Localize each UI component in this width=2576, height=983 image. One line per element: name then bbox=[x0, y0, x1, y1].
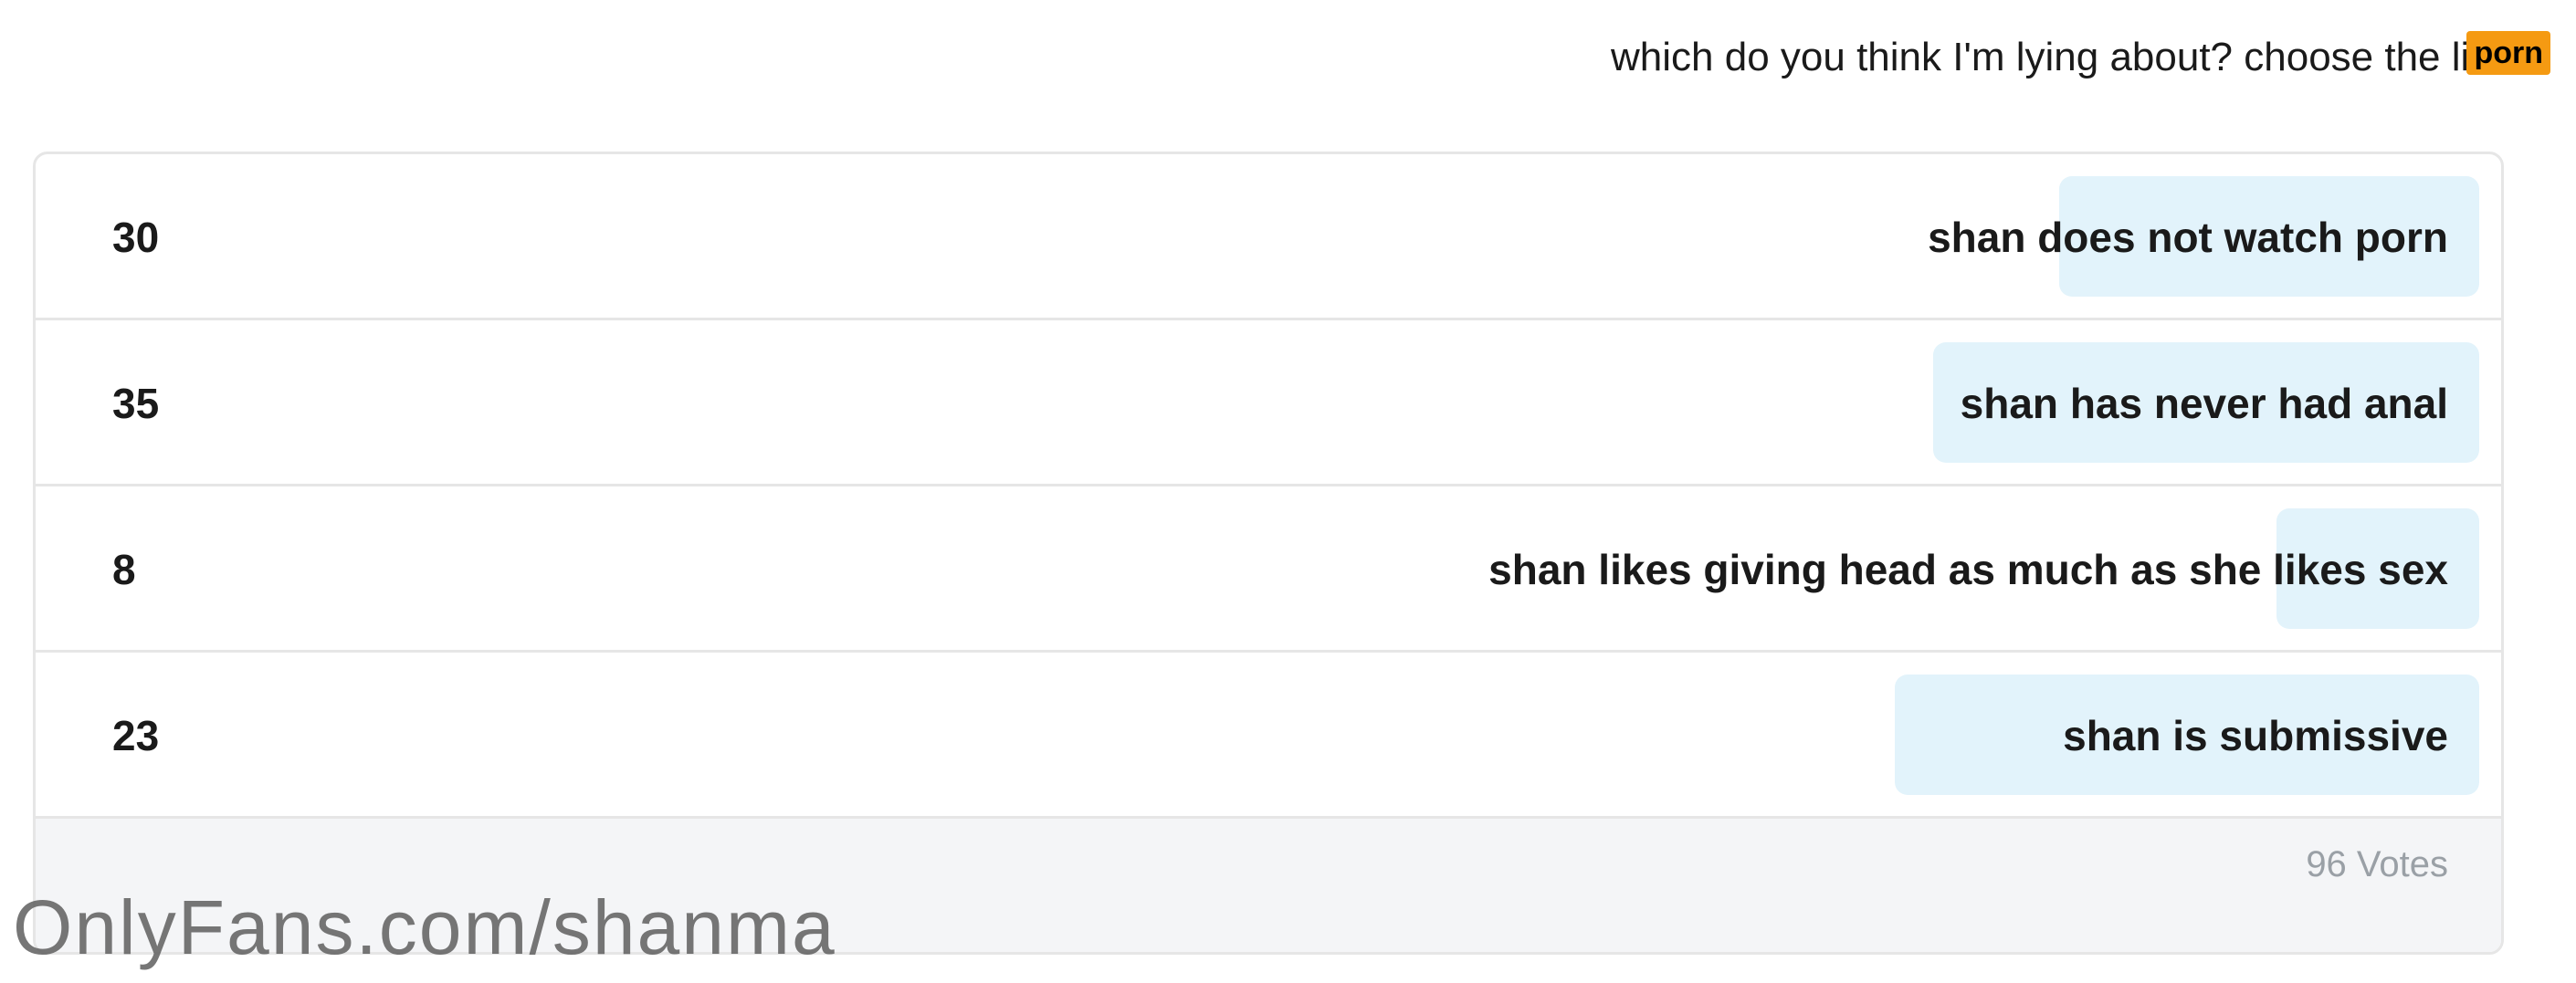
poll-option[interactable]: shan has never had anal 35 bbox=[36, 320, 2501, 486]
poll-option[interactable]: shan is submissive 23 bbox=[36, 653, 2501, 819]
poll-option-label: shan likes giving head as much as she li… bbox=[1488, 546, 2448, 593]
vote-total: 96 Votes bbox=[2306, 844, 2448, 884]
poll-option-label: shan has never had anal bbox=[1960, 380, 2448, 427]
poll-option-count: 23 bbox=[112, 712, 160, 759]
poll-option-count: 35 bbox=[112, 380, 160, 427]
poll-question: which do you think I'm lying about? choo… bbox=[1611, 35, 2503, 79]
poll-option-count: 30 bbox=[112, 214, 160, 261]
poll-option[interactable]: shan likes giving head as much as she li… bbox=[36, 486, 2501, 653]
poll-option-count: 8 bbox=[112, 546, 136, 593]
poll-option[interactable]: shan does not watch porn 30 bbox=[36, 154, 2501, 320]
poll-card: shan does not watch porn 30 shan has nev… bbox=[33, 152, 2504, 955]
category-badge: porn bbox=[2466, 31, 2550, 75]
watermark-text: OnlyFans.com/shanma bbox=[13, 884, 836, 970]
poll-option-label: shan does not watch porn bbox=[1928, 214, 2448, 261]
poll-option-label: shan is submissive bbox=[2063, 712, 2448, 759]
